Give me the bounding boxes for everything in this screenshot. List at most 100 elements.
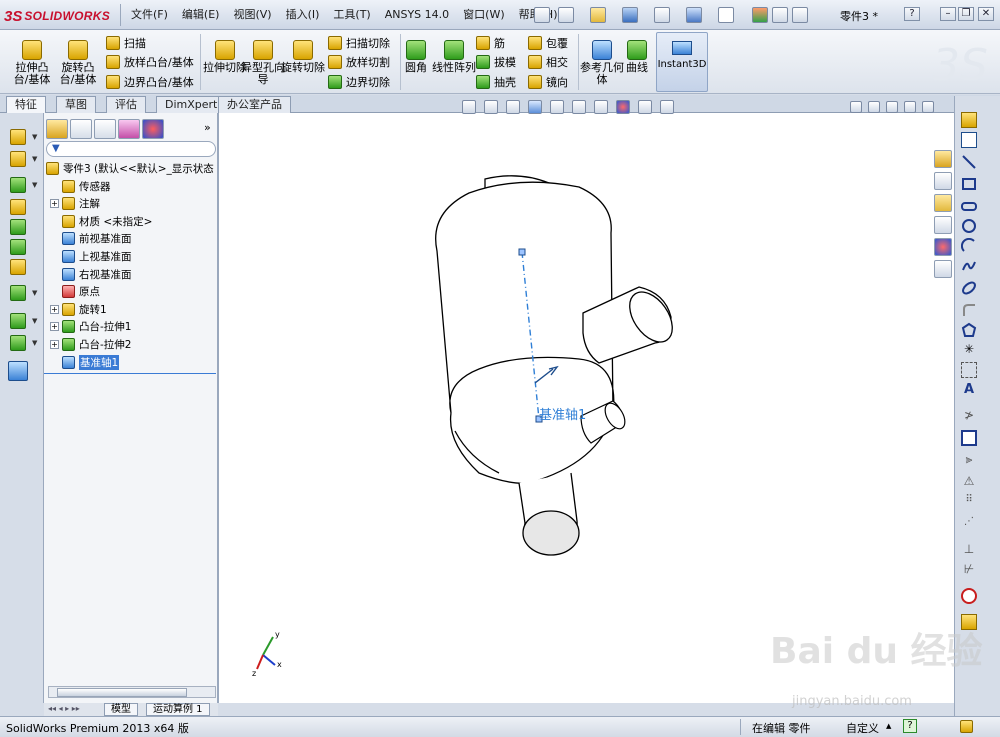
undo-icon[interactable]: [686, 7, 702, 23]
tab-motion-study[interactable]: 运动算例 1: [146, 703, 210, 716]
viewport-minimize-icon[interactable]: [886, 101, 898, 113]
trim-icon[interactable]: ≯: [961, 408, 977, 424]
options-icon[interactable]: [792, 7, 808, 23]
text-icon[interactable]: A: [961, 382, 977, 398]
polygon-icon[interactable]: [961, 322, 977, 338]
circle-icon[interactable]: [961, 218, 977, 234]
shell-button[interactable]: 抽壳: [476, 73, 516, 91]
boundary-boss-button[interactable]: 边界凸台/基体: [106, 73, 194, 91]
ellipse-icon[interactable]: [961, 280, 977, 296]
cut-icon[interactable]: [10, 151, 26, 167]
menu-view[interactable]: 视图(V): [226, 0, 278, 30]
point-icon[interactable]: ✳: [961, 342, 977, 358]
revolve-boss-button[interactable]: 旋转凸台/基体: [56, 32, 100, 86]
sweep-button[interactable]: 扫描: [106, 34, 146, 52]
pin-icon[interactable]: [534, 7, 550, 23]
viewport-single-icon[interactable]: [850, 101, 862, 113]
menu-insert[interactable]: 插入(I): [279, 0, 327, 30]
propertymanager-tab-icon[interactable]: [70, 119, 92, 139]
boundary-cut-button[interactable]: 边界切除: [328, 73, 390, 91]
display-relations-icon[interactable]: ⊥: [961, 542, 977, 558]
design-library-icon[interactable]: [934, 172, 952, 190]
draft-button[interactable]: 拔模: [476, 53, 516, 71]
wrap-button[interactable]: 包覆: [528, 34, 568, 52]
pattern-side-icon[interactable]: [10, 285, 26, 301]
rapid-sketch-icon[interactable]: [961, 588, 977, 604]
rebuild-traffic-light-icon[interactable]: [752, 7, 768, 23]
tab-model[interactable]: 模型: [104, 703, 138, 716]
tree-item[interactable]: 上视基准面: [50, 247, 132, 265]
solidworks-resources-icon[interactable]: [934, 150, 952, 168]
tab-office-products[interactable]: 办公室产品: [218, 96, 291, 113]
rib-side-icon[interactable]: [10, 199, 26, 215]
open-folder-icon[interactable]: [590, 7, 606, 23]
tree-item[interactable]: 前视基准面: [50, 230, 132, 248]
hole-side-icon[interactable]: [10, 259, 26, 275]
tree-root[interactable]: 零件3 (默认<<默认>_显示状态: [46, 159, 214, 177]
save-icon[interactable]: [622, 7, 638, 23]
mirror-entities-icon[interactable]: ⚠: [961, 474, 977, 490]
revolve-cut-button[interactable]: 旋转切除: [281, 32, 325, 74]
expand-toggle-icon[interactable]: +: [50, 304, 59, 314]
menu-edit[interactable]: 编辑(E): [175, 0, 227, 30]
tree-item[interactable]: 材质 <未指定>: [50, 212, 152, 230]
tab-sketch[interactable]: 草图: [56, 96, 96, 113]
previous-view-icon[interactable]: [506, 100, 520, 114]
viewport-close-icon[interactable]: [922, 101, 934, 113]
tree-item[interactable]: + 注解: [50, 195, 100, 213]
help-button[interactable]: ?: [904, 7, 920, 21]
close-button[interactable]: ✕: [978, 7, 994, 21]
instant3d-side-icon[interactable]: [8, 361, 28, 381]
fillet-side-icon[interactable]: [10, 177, 26, 193]
slot-icon[interactable]: [961, 198, 977, 214]
section-view-icon[interactable]: [528, 100, 542, 114]
zoom-to-fit-icon[interactable]: [462, 100, 476, 114]
display-style-icon[interactable]: [572, 100, 586, 114]
zoom-to-area-icon[interactable]: [484, 100, 498, 114]
loft-cut-button[interactable]: 放样切割: [328, 53, 390, 71]
linear-sketch-pattern-icon[interactable]: ⠿: [961, 494, 977, 510]
tree-item[interactable]: 传感器: [50, 177, 111, 195]
restore-button[interactable]: ❐: [958, 7, 974, 21]
tree-item[interactable]: 原点: [50, 283, 100, 301]
fillet-sketch-icon[interactable]: [961, 302, 977, 318]
menu-window[interactable]: 窗口(W): [456, 0, 511, 30]
tree-item[interactable]: + 凸台-拉伸1: [50, 318, 131, 336]
minimize-button[interactable]: –: [940, 7, 956, 21]
smart-dimension-icon[interactable]: [961, 132, 977, 148]
menu-ansys[interactable]: ANSYS 14.0: [378, 0, 456, 30]
notification-icon[interactable]: [960, 720, 973, 733]
tab-dimxpert[interactable]: DimXpert: [156, 96, 227, 113]
custom-properties-icon[interactable]: [934, 260, 952, 278]
arc-icon[interactable]: [961, 238, 977, 254]
rib-button[interactable]: 筋: [476, 34, 505, 52]
tab-features[interactable]: 特征: [6, 96, 46, 114]
units-dropdown-icon[interactable]: ▲: [886, 722, 891, 730]
curves-button[interactable]: 曲线: [618, 32, 656, 74]
curves-side-icon[interactable]: [10, 335, 26, 351]
loft-boss-button[interactable]: 放样凸台/基体: [106, 53, 194, 71]
instant3d-button[interactable]: Instant3D: [656, 32, 708, 92]
file-explorer-icon[interactable]: [934, 194, 952, 212]
tab-evaluate[interactable]: 评估: [106, 96, 146, 113]
appearances-icon[interactable]: [934, 238, 952, 256]
sweep-cut-button[interactable]: 扫描切除: [328, 34, 390, 52]
mirror-button[interactable]: 镜向: [528, 73, 568, 91]
linear-pattern-button[interactable]: 线性阵列: [432, 32, 476, 74]
intersect-button[interactable]: 相交: [528, 53, 568, 71]
feature-filter-input[interactable]: ▼: [46, 141, 216, 157]
tab-nav-arrows-icon[interactable]: ◂◂ ◂ ▸ ▸▸: [48, 704, 80, 713]
units-selector[interactable]: 自定义: [846, 720, 879, 736]
expand-toggle-icon[interactable]: +: [50, 339, 59, 349]
configurationmanager-tab-icon[interactable]: [94, 119, 116, 139]
expand-panel-icon[interactable]: »: [204, 121, 211, 134]
move-entities-icon[interactable]: ⋰: [961, 516, 977, 532]
tree-item[interactable]: + 旋转1: [50, 300, 107, 318]
expand-toggle-icon[interactable]: +: [50, 199, 59, 209]
view-settings-icon[interactable]: [660, 100, 674, 114]
graphics-area[interactable]: 基准轴1 y x z: [218, 113, 954, 703]
select-cursor-icon[interactable]: [718, 7, 734, 23]
hide-show-items-icon[interactable]: [594, 100, 608, 114]
viewport-split-icon[interactable]: [868, 101, 880, 113]
ref-geometry-side-icon[interactable]: [10, 313, 26, 329]
